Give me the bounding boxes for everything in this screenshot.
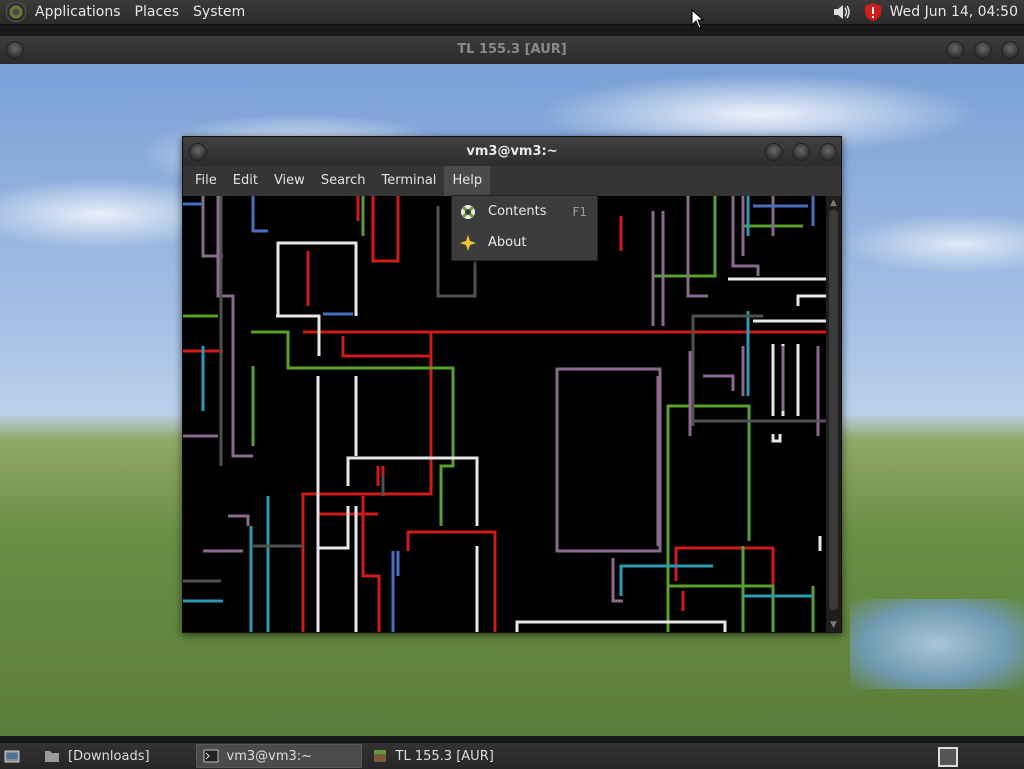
menu-system[interactable]: System	[186, 0, 252, 24]
close-button[interactable]	[1001, 41, 1019, 59]
help-contents-accel: F1	[572, 204, 587, 219]
task-terminal-label: vm3@vm3:~	[226, 748, 313, 764]
menu-help[interactable]: Help	[444, 166, 491, 196]
top-panel: Applications Places System Wed Jun 14, 0…	[0, 0, 1024, 25]
help-lifebuoy-icon	[461, 204, 475, 219]
terminal-menubar: File Edit View Search Terminal Help	[183, 166, 841, 196]
scroll-up-icon[interactable]: ▲	[828, 198, 839, 208]
menu-search[interactable]: Search	[313, 166, 374, 196]
task-downloads[interactable]: [Downloads]	[38, 745, 156, 767]
task-downloads-label: [Downloads]	[68, 748, 150, 764]
outer-titlebar[interactable]: TL 155.3 [AUR]	[0, 36, 1024, 65]
help-contents-label: Contents	[488, 204, 547, 219]
water-pond	[850, 599, 1024, 689]
scroll-thumb[interactable]	[829, 210, 838, 610]
terminal-icon	[203, 749, 219, 763]
workspace-switcher[interactable]	[938, 747, 958, 767]
pipes-animation	[183, 196, 826, 632]
folder-icon	[45, 751, 59, 762]
terminal-scrollbar[interactable]: ▲ ▼	[826, 196, 841, 632]
help-contents-item[interactable]: Contents F1	[452, 196, 597, 227]
shield-icon[interactable]	[864, 2, 882, 22]
terminal-maximize-button[interactable]	[792, 143, 810, 161]
maximize-button[interactable]	[974, 41, 992, 59]
menu-view[interactable]: View	[266, 166, 313, 196]
minimize-button[interactable]	[946, 41, 964, 59]
clock[interactable]: Wed Jun 14, 04:50	[890, 4, 1024, 20]
task-terminal[interactable]: vm3@vm3:~	[195, 744, 362, 768]
scroll-down-icon[interactable]: ▼	[828, 620, 839, 630]
terminal-minimize-button[interactable]	[765, 143, 783, 161]
about-star-icon	[460, 234, 476, 251]
menu-terminal[interactable]: Terminal	[373, 166, 444, 196]
menu-applications[interactable]: Applications	[28, 0, 128, 24]
task-minecraft-label: TL 155.3 [AUR]	[395, 748, 494, 764]
help-dropdown: Contents F1 About	[451, 195, 598, 261]
terminal-output[interactable]	[183, 196, 826, 632]
terminal-title: vm3@vm3:~	[466, 144, 558, 159]
system-tray: Wed Jun 14, 04:50	[832, 0, 1024, 24]
bottom-panel: [Downloads] vm3@vm3:~ TL 155.3 [AUR]	[0, 742, 1024, 769]
volume-icon[interactable]	[832, 3, 852, 21]
outer-window-title: TL 155.3 [AUR]	[457, 42, 567, 57]
mouse-cursor-icon	[691, 9, 705, 29]
applications-icon[interactable]	[6, 2, 26, 22]
help-about-label: About	[488, 235, 527, 250]
menu-edit[interactable]: Edit	[225, 166, 266, 196]
show-desktop-icon[interactable]	[4, 749, 20, 763]
terminal-titlebar[interactable]: vm3@vm3:~	[183, 137, 841, 166]
task-minecraft[interactable]: TL 155.3 [AUR]	[366, 745, 500, 767]
help-about-item[interactable]: About	[452, 227, 597, 258]
terminal-close-button[interactable]	[819, 143, 837, 161]
minecraft-icon	[373, 750, 386, 762]
menu-places[interactable]: Places	[128, 0, 187, 24]
menu-file[interactable]: File	[187, 166, 225, 196]
